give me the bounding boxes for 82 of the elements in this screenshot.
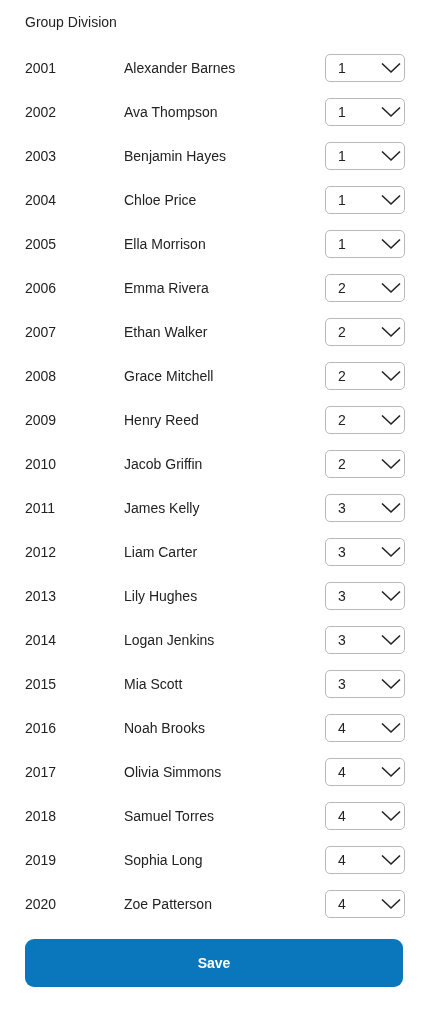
chevron-down-icon [381,106,401,118]
student-id: 2010 [25,456,58,472]
student-id: 2013 [25,588,58,604]
student-id: 2008 [25,368,58,384]
student-name: Olivia Simmons [124,764,223,780]
student-name: Alexander Barnes [124,60,237,76]
chevron-down-icon [381,238,401,250]
chevron-down-icon [381,854,401,866]
group-dropdown[interactable]: 2 [325,406,405,434]
group-dropdown[interactable]: 1 [325,98,405,126]
student-id: 2004 [25,192,58,208]
student-name: Ella Morrison [124,236,207,252]
group-dropdown[interactable]: 2 [325,450,405,478]
student-name: Henry Reed [124,412,200,428]
group-dropdown[interactable]: 4 [325,802,405,830]
student-id: 2018 [25,808,58,824]
student-name: Grace Mitchell [124,368,215,384]
group-dropdown[interactable]: 3 [325,538,405,566]
group-dropdown[interactable]: 2 [325,318,405,346]
chevron-down-icon [381,194,401,206]
group-dropdown[interactable]: 1 [325,142,405,170]
group-dropdown[interactable]: 1 [325,230,405,258]
chevron-down-icon [381,634,401,646]
student-name: Benjamin Hayes [124,148,227,164]
group-dropdown[interactable]: 4 [325,846,405,874]
group-dropdown[interactable]: 1 [325,186,405,214]
chevron-down-icon [381,766,401,778]
group-dropdown[interactable]: 4 [325,714,405,742]
page-title: Group Division [25,13,117,31]
student-id: 2003 [25,148,58,164]
student-id: 2012 [25,544,58,560]
student-name: Jacob Griffin [124,456,204,472]
chevron-down-icon [381,546,401,558]
student-id: 2006 [25,280,58,296]
student-id: 2011 [25,500,57,516]
student-id: 2015 [25,676,58,692]
student-name: Lily Hughes [124,588,199,604]
student-name: Samuel Torres [124,808,215,824]
student-name: Logan Jenkins [124,632,216,648]
student-name: Noah Brooks [124,720,206,736]
group-dropdown[interactable]: 2 [325,274,405,302]
student-id: 2007 [25,324,58,340]
student-id: 2005 [25,236,58,252]
student-name: Liam Carter [124,544,199,560]
save-button[interactable]: Save [25,939,403,987]
student-id: 2001 [25,60,58,76]
chevron-down-icon [381,502,401,514]
group-dropdown[interactable]: 3 [325,670,405,698]
group-dropdown[interactable]: 3 [325,494,405,522]
student-id: 2019 [25,852,58,868]
chevron-down-icon [381,590,401,602]
student-id: 2009 [25,412,58,428]
chevron-down-icon [381,810,401,822]
group-dropdown[interactable]: 4 [325,890,405,918]
student-id: 2020 [25,896,58,912]
group-dropdown[interactable]: 3 [325,582,405,610]
student-name: James Kelly [124,500,201,516]
student-name: Ava Thompson [124,104,219,120]
chevron-down-icon [381,458,401,470]
chevron-down-icon [381,898,401,910]
chevron-down-icon [381,370,401,382]
group-dropdown[interactable]: 3 [325,626,405,654]
chevron-down-icon [381,722,401,734]
student-name: Emma Rivera [124,280,210,296]
student-name: Chloe Price [124,192,198,208]
student-id: 2002 [25,104,58,120]
student-name: Ethan Walker [124,324,209,340]
chevron-down-icon [381,62,401,74]
chevron-down-icon [381,414,401,426]
group-dropdown[interactable]: 1 [325,54,405,82]
student-name: Mia Scott [124,676,184,692]
student-id: 2016 [25,720,58,736]
chevron-down-icon [381,326,401,338]
group-dropdown[interactable]: 2 [325,362,405,390]
student-name: Zoe Patterson [124,896,213,912]
chevron-down-icon [381,678,401,690]
student-id: 2017 [25,764,58,780]
chevron-down-icon [381,282,401,294]
student-name: Sophia Long [124,852,204,868]
chevron-down-icon [381,150,401,162]
student-id: 2014 [25,632,58,648]
group-dropdown[interactable]: 4 [325,758,405,786]
